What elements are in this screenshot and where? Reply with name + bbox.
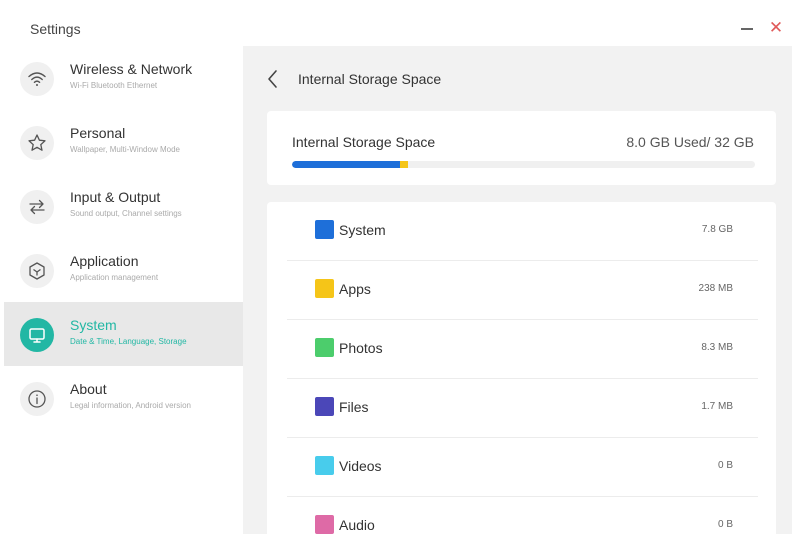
category-size: 0 B bbox=[717, 460, 733, 471]
files-color-swatch bbox=[315, 397, 334, 416]
list-item-files[interactable]: Files 1.7 MB bbox=[287, 379, 758, 438]
category-label: Photos bbox=[339, 340, 383, 356]
sidebar-item-subtitle: Sound output, Channel settings bbox=[70, 209, 182, 218]
storage-label: Internal Storage Space bbox=[292, 134, 436, 150]
category-size: 8.3 MB bbox=[701, 342, 733, 353]
category-label: Apps bbox=[339, 281, 371, 297]
apps-color-swatch bbox=[315, 279, 334, 298]
sidebar-item-wireless-network[interactable]: Wireless & Network Wi-Fi Bluetooth Ether… bbox=[4, 46, 243, 110]
category-label: System bbox=[339, 222, 386, 238]
sidebar-item-application[interactable]: Application Application management bbox=[4, 238, 243, 302]
list-item-photos[interactable]: Photos 8.3 MB bbox=[287, 320, 758, 379]
storage-summary-card: Internal Storage Space 8.0 GB Used/ 32 G… bbox=[267, 111, 776, 185]
title-bar: Settings ✕ bbox=[4, 8, 792, 46]
sidebar-item-label: About bbox=[70, 381, 107, 397]
category-label: Files bbox=[339, 399, 369, 415]
window-title: Settings bbox=[30, 21, 81, 37]
sidebar-item-label: Input & Output bbox=[70, 189, 161, 205]
list-item-audio[interactable]: Audio 0 B bbox=[287, 497, 758, 534]
page-title: Internal Storage Space bbox=[298, 71, 442, 87]
category-size: 0 B bbox=[717, 519, 733, 530]
sidebar-item-personal[interactable]: Personal Wallpaper, Multi-Window Mode bbox=[4, 110, 243, 174]
sidebar-item-subtitle: Legal information, Android version bbox=[70, 401, 191, 410]
star-icon bbox=[20, 126, 54, 160]
list-item-videos[interactable]: Videos 0 B bbox=[287, 438, 758, 497]
photos-color-swatch bbox=[315, 338, 334, 357]
sidebar-item-label: System bbox=[70, 317, 117, 333]
category-size: 238 MB bbox=[698, 283, 733, 294]
videos-color-swatch bbox=[315, 456, 334, 475]
category-label: Videos bbox=[339, 458, 382, 474]
sidebar-item-label: Personal bbox=[70, 125, 126, 141]
sidebar-item-subtitle: Date & Time, Language, Storage bbox=[70, 337, 187, 346]
chevron-left-icon bbox=[268, 70, 277, 88]
sidebar-item-subtitle: Wallpaper, Multi-Window Mode bbox=[70, 145, 180, 154]
sidebar-item-subtitle: Application management bbox=[70, 273, 159, 282]
settings-window: Settings ✕ Wireless & Network Wi-Fi Blue… bbox=[4, 8, 792, 534]
audio-color-swatch bbox=[315, 515, 334, 534]
storage-usage-text: 8.0 GB Used/ 32 GB bbox=[626, 134, 754, 150]
swap-arrows-icon bbox=[20, 190, 54, 224]
list-item-apps[interactable]: Apps 238 MB bbox=[287, 261, 758, 320]
sidebar-item-system[interactable]: System Date & Time, Language, Storage bbox=[4, 302, 243, 366]
sidebar-item-label: Application bbox=[70, 253, 139, 269]
sidebar: Wireless & Network Wi-Fi Bluetooth Ether… bbox=[4, 46, 243, 534]
storage-progress-fill bbox=[292, 161, 408, 168]
hexagon-icon bbox=[20, 254, 54, 288]
back-button[interactable] bbox=[263, 68, 283, 90]
category-size: 7.8 GB bbox=[701, 224, 733, 235]
sidebar-item-subtitle: Wi-Fi Bluetooth Ethernet bbox=[70, 81, 158, 90]
list-item-system[interactable]: System 7.8 GB bbox=[287, 202, 758, 261]
storage-progress-bar bbox=[292, 161, 755, 168]
category-size: 1.7 MB bbox=[701, 401, 733, 412]
info-icon bbox=[20, 382, 54, 416]
content-pane: Internal Storage Space Internal Storage … bbox=[243, 46, 792, 534]
close-button[interactable]: ✕ bbox=[768, 19, 784, 37]
storage-category-list: System 7.8 GB Apps 238 MB Photos 8.3 MB … bbox=[267, 202, 776, 534]
wifi-icon bbox=[20, 62, 54, 96]
category-label: Audio bbox=[339, 517, 375, 533]
sidebar-item-label: Wireless & Network bbox=[70, 61, 193, 77]
monitor-icon bbox=[20, 318, 54, 352]
sidebar-item-input-output[interactable]: Input & Output Sound output, Channel set… bbox=[4, 174, 243, 238]
sidebar-item-about[interactable]: About Legal information, Android version bbox=[4, 366, 243, 430]
system-color-swatch bbox=[315, 220, 334, 239]
minimize-button[interactable] bbox=[738, 18, 756, 38]
